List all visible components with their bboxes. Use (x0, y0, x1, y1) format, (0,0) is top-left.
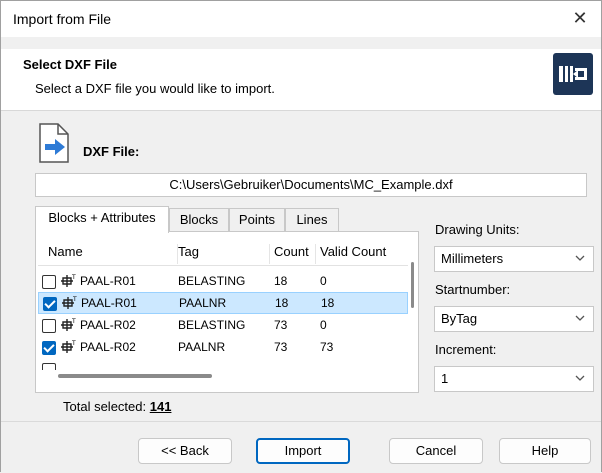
row-name: PAAL-R01 (81, 296, 137, 310)
row-valid-count: 73 (320, 340, 334, 354)
title-bar: Import from File ✕ (1, 1, 601, 37)
close-icon[interactable]: ✕ (569, 7, 591, 29)
block-icon: T (61, 340, 76, 353)
increment-select[interactable]: 1 (434, 366, 594, 392)
row-name: PAAL-R01 (80, 274, 136, 288)
wizard-header: Select DXF File Select a DXF file you wo… (1, 49, 601, 111)
table-row[interactable]: T PAAL-R01 PAALNR 18 18 (38, 292, 408, 314)
row-tag: PAALNR (178, 340, 226, 354)
cancel-button[interactable]: Cancel (389, 438, 483, 464)
increment-value: 1 (441, 371, 449, 386)
column-header-tag[interactable]: Tag (178, 244, 270, 264)
attributes-table: Name Tag Count Valid Count T PAAL-R01 BE… (38, 240, 408, 370)
svg-text:T: T (71, 274, 76, 281)
row-tag: BELASTING (178, 274, 246, 288)
file-path-field[interactable]: C:\Users\Gebruiker\Documents\MC_Example.… (35, 173, 587, 197)
row-checkbox[interactable] (42, 363, 56, 370)
increment-label: Increment: (435, 342, 497, 357)
block-icon: T (61, 274, 76, 287)
row-checkbox[interactable] (42, 341, 56, 355)
total-selected: Total selected: 141 (63, 399, 171, 414)
row-checkbox[interactable] (42, 319, 56, 333)
table-row[interactable]: T PAAL-R02 PAALNR 73 73 (38, 337, 408, 359)
column-header-count[interactable]: Count (274, 244, 316, 264)
row-count: 18 (275, 296, 289, 310)
svg-text:T: T (71, 340, 76, 347)
startnumber-value: ByTag (441, 311, 478, 326)
startnumber-select[interactable]: ByTag (434, 306, 594, 332)
svg-text:T: T (71, 318, 76, 325)
header-subtitle: Select a DXF file you would like to impo… (35, 81, 275, 96)
row-tag: PAALNR (179, 296, 227, 310)
window-title: Import from File (13, 11, 112, 27)
row-valid-count: 0 (320, 318, 327, 332)
column-header-name[interactable]: Name (48, 244, 178, 264)
dxf-file-label: DXF File: (83, 144, 140, 159)
table-header: Name Tag Count Valid Count (38, 240, 408, 266)
blocks-attributes-panel: Name Tag Count Valid Count T PAAL-R01 BE… (35, 231, 419, 393)
row-valid-count: 18 (321, 296, 335, 310)
import-logo-icon (553, 53, 593, 95)
help-button[interactable]: Help (499, 438, 591, 464)
total-selected-label: Total selected: (63, 399, 147, 414)
startnumber-label: Startnumber: (435, 282, 511, 297)
row-count: 73 (274, 318, 288, 332)
column-header-valid-count[interactable]: Valid Count (320, 244, 408, 264)
drawing-units-value: Millimeters (441, 251, 504, 266)
table-row-partial[interactable] (38, 359, 408, 370)
vertical-scrollbar[interactable] (410, 240, 416, 370)
table-row[interactable]: T PAAL-R02 BELASTING 73 0 (38, 315, 408, 337)
drawing-units-select[interactable]: Millimeters (434, 246, 594, 272)
import-dialog: Import from File ✕ Select DXF File Selec… (0, 0, 602, 473)
row-count: 73 (274, 340, 288, 354)
tab-blocks-attributes[interactable]: Blocks + Attributes (35, 206, 169, 233)
tab-points[interactable]: Points (229, 208, 285, 232)
horizontal-scroll-thumb[interactable] (58, 374, 212, 378)
row-checkbox[interactable] (43, 297, 57, 311)
row-valid-count: 0 (320, 274, 327, 288)
drawing-units-label: Drawing Units: (435, 222, 520, 237)
row-checkbox[interactable] (42, 275, 56, 289)
total-selected-value: 141 (149, 399, 172, 414)
back-button[interactable]: << Back (138, 438, 232, 464)
dxf-file-import-icon (37, 123, 71, 163)
chevron-down-icon (575, 375, 585, 381)
block-icon: T (62, 296, 77, 309)
row-name: PAAL-R02 (80, 318, 136, 332)
import-button[interactable]: Import (256, 438, 350, 464)
tab-lines[interactable]: Lines (285, 208, 339, 232)
block-icon: T (61, 318, 76, 331)
header-title: Select DXF File (23, 57, 117, 72)
table-row[interactable]: T PAAL-R01 BELASTING 18 0 (38, 271, 408, 293)
svg-text:T: T (72, 296, 77, 303)
row-count: 18 (274, 274, 288, 288)
chevron-down-icon (575, 255, 585, 261)
vertical-scroll-thumb[interactable] (411, 262, 414, 308)
row-tag: BELASTING (178, 318, 246, 332)
chevron-down-icon (575, 315, 585, 321)
tab-blocks[interactable]: Blocks (169, 208, 229, 232)
row-name: PAAL-R02 (80, 340, 136, 354)
